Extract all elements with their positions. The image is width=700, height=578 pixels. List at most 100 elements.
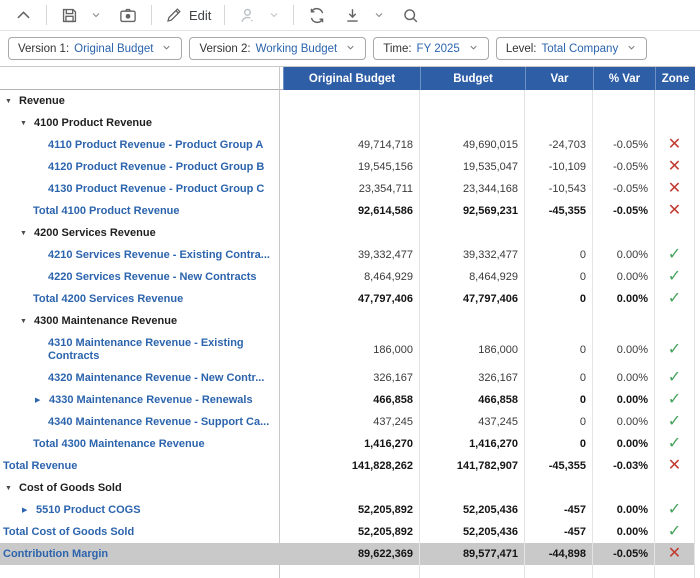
cell-budget[interactable]: 49,690,015 — [420, 134, 525, 156]
cell-pct-var[interactable]: 0.00% — [593, 389, 655, 411]
cell-budget[interactable]: 52,205,436 — [420, 521, 525, 543]
cell-var[interactable]: 0 — [525, 389, 593, 411]
cell-original-budget[interactable]: 19,545,156 — [283, 156, 420, 178]
refresh-button[interactable] — [303, 4, 331, 27]
cell-original-budget[interactable]: 49,714,718 — [283, 134, 420, 156]
cell-budget[interactable]: 19,535,047 — [420, 156, 525, 178]
download-button[interactable] — [339, 4, 366, 27]
table-row[interactable]: Total 4100 Product Revenue 92,614,586 92,… — [0, 200, 695, 222]
cell-var[interactable]: 0 — [525, 367, 593, 389]
cell-budget[interactable]: 39,332,477 — [420, 244, 525, 266]
cell-original-budget[interactable] — [283, 222, 420, 244]
table-row[interactable]: 4130 Product Revenue - Product Group C 2… — [0, 178, 695, 200]
cell-budget[interactable]: 23,344,168 — [420, 178, 525, 200]
collapse-triangle-icon[interactable] — [5, 98, 19, 105]
cell-original-budget[interactable]: 92,614,586 — [283, 200, 420, 222]
cell-pct-var[interactable]: 0.00% — [593, 367, 655, 389]
download-options-button[interactable] — [369, 7, 389, 23]
account-link[interactable]: 4340 Maintenance Revenue - Support Ca... — [48, 416, 269, 428]
table-row[interactable]: 4120 Product Revenue - Product Group B 1… — [0, 156, 695, 178]
account-link[interactable]: 4330 Maintenance Revenue - Renewals — [49, 394, 253, 406]
cell-original-budget[interactable] — [283, 112, 420, 134]
cell-pct-var[interactable]: 0.00% — [593, 266, 655, 288]
cell-var[interactable] — [525, 477, 593, 499]
cell-budget[interactable]: 89,577,471 — [420, 543, 525, 565]
cell-original-budget[interactable]: 141,828,262 — [283, 455, 420, 477]
cell-pct-var[interactable]: -0.05% — [593, 178, 655, 200]
expand-triangle-icon[interactable] — [35, 396, 49, 404]
collapse-triangle-icon[interactable] — [20, 120, 34, 127]
level-dropdown[interactable]: Level: Total Company — [495, 37, 648, 60]
cell-var[interactable]: -457 — [525, 499, 593, 521]
cell-pct-var[interactable]: -0.03% — [593, 455, 655, 477]
collapse-triangle-icon[interactable] — [20, 230, 34, 237]
cell-pct-var[interactable] — [593, 310, 655, 332]
cell-var[interactable]: -457 — [525, 521, 593, 543]
version2-dropdown[interactable]: Version 2: Working Budget — [189, 37, 367, 60]
cell-pct-var[interactable]: 0.00% — [593, 332, 655, 367]
cell-budget[interactable]: 1,416,270 — [420, 433, 525, 455]
cell-pct-var[interactable]: -0.05% — [593, 134, 655, 156]
cell-var[interactable] — [525, 310, 593, 332]
snapshot-button[interactable] — [114, 4, 142, 27]
cell-pct-var[interactable]: 0.00% — [593, 521, 655, 543]
cell-var[interactable] — [525, 112, 593, 134]
cell-pct-var[interactable] — [593, 90, 655, 112]
cell-budget[interactable] — [420, 112, 525, 134]
cell-var[interactable]: -24,703 — [525, 134, 593, 156]
cell-var[interactable]: -44,898 — [525, 543, 593, 565]
cell-original-budget[interactable] — [283, 310, 420, 332]
expand-triangle-icon[interactable] — [22, 506, 36, 514]
table-row[interactable]: 4340 Maintenance Revenue - Support Ca...… — [0, 411, 695, 433]
table-row[interactable]: Total 4300 Maintenance Revenue 1,416,270… — [0, 433, 695, 455]
table-row[interactable]: 4200 Services Revenue — [0, 222, 695, 244]
account-link[interactable]: 4220 Services Revenue - New Contracts — [48, 271, 257, 283]
cell-pct-var[interactable] — [593, 112, 655, 134]
table-row[interactable]: 4100 Product Revenue — [0, 112, 695, 134]
cell-original-budget[interactable]: 52,205,892 — [283, 499, 420, 521]
cell-pct-var[interactable]: 0.00% — [593, 288, 655, 310]
cell-var[interactable]: 0 — [525, 266, 593, 288]
edit-button[interactable]: Edit — [161, 4, 215, 26]
save-button[interactable] — [56, 4, 83, 27]
cell-var[interactable]: 0 — [525, 288, 593, 310]
cell-var[interactable]: 0 — [525, 411, 593, 433]
table-row[interactable]: Cost of Goods Sold — [0, 477, 695, 499]
cell-var[interactable]: 0 — [525, 433, 593, 455]
cell-pct-var[interactable]: 0.00% — [593, 499, 655, 521]
table-row[interactable]: 4220 Services Revenue - New Contracts 8,… — [0, 266, 695, 288]
user-assign-button[interactable] — [234, 4, 261, 27]
collapse-panel-button[interactable] — [10, 4, 37, 27]
account-link[interactable]: 4320 Maintenance Revenue - New Contr... — [48, 372, 264, 384]
cell-budget[interactable]: 326,167 — [420, 367, 525, 389]
cell-budget[interactable]: 186,000 — [420, 332, 525, 367]
user-options-button[interactable] — [264, 7, 284, 23]
cell-budget[interactable]: 437,245 — [420, 411, 525, 433]
collapse-triangle-icon[interactable] — [20, 318, 34, 325]
search-button[interactable] — [397, 4, 424, 27]
cell-original-budget[interactable]: 8,464,929 — [283, 266, 420, 288]
save-options-button[interactable] — [86, 7, 106, 23]
table-row[interactable]: 4310 Maintenance Revenue - Existing Cont… — [0, 332, 695, 367]
cell-pct-var[interactable]: 0.00% — [593, 244, 655, 266]
cell-budget[interactable]: 466,858 — [420, 389, 525, 411]
cell-pct-var[interactable]: -0.05% — [593, 156, 655, 178]
cell-budget[interactable] — [420, 222, 525, 244]
cell-original-budget[interactable]: 326,167 — [283, 367, 420, 389]
cell-original-budget[interactable]: 186,000 — [283, 332, 420, 367]
cell-budget[interactable]: 141,782,907 — [420, 455, 525, 477]
table-row[interactable]: 5510 Product COGS 52,205,89252,205,436-4… — [0, 499, 695, 521]
table-row[interactable]: 4110 Product Revenue - Product Group A 4… — [0, 134, 695, 156]
time-dropdown[interactable]: Time: FY 2025 — [373, 37, 489, 60]
table-row[interactable]: 4320 Maintenance Revenue - New Contr... … — [0, 367, 695, 389]
cell-var[interactable]: -45,355 — [525, 200, 593, 222]
table-row[interactable]: Total Cost of Goods Sold 52,205,892 52,20… — [0, 521, 695, 543]
account-link[interactable]: 4210 Services Revenue - Existing Contra.… — [48, 249, 270, 261]
table-row[interactable]: Revenue — [0, 90, 695, 112]
cell-original-budget[interactable] — [283, 477, 420, 499]
collapse-triangle-icon[interactable] — [5, 485, 19, 492]
version1-dropdown[interactable]: Version 1: Original Budget — [8, 37, 183, 60]
cell-budget[interactable]: 92,569,231 — [420, 200, 525, 222]
table-row[interactable]: Total Revenue 141,828,262 141,782,907 -45,… — [0, 455, 695, 477]
cell-budget[interactable]: 47,797,406 — [420, 288, 525, 310]
